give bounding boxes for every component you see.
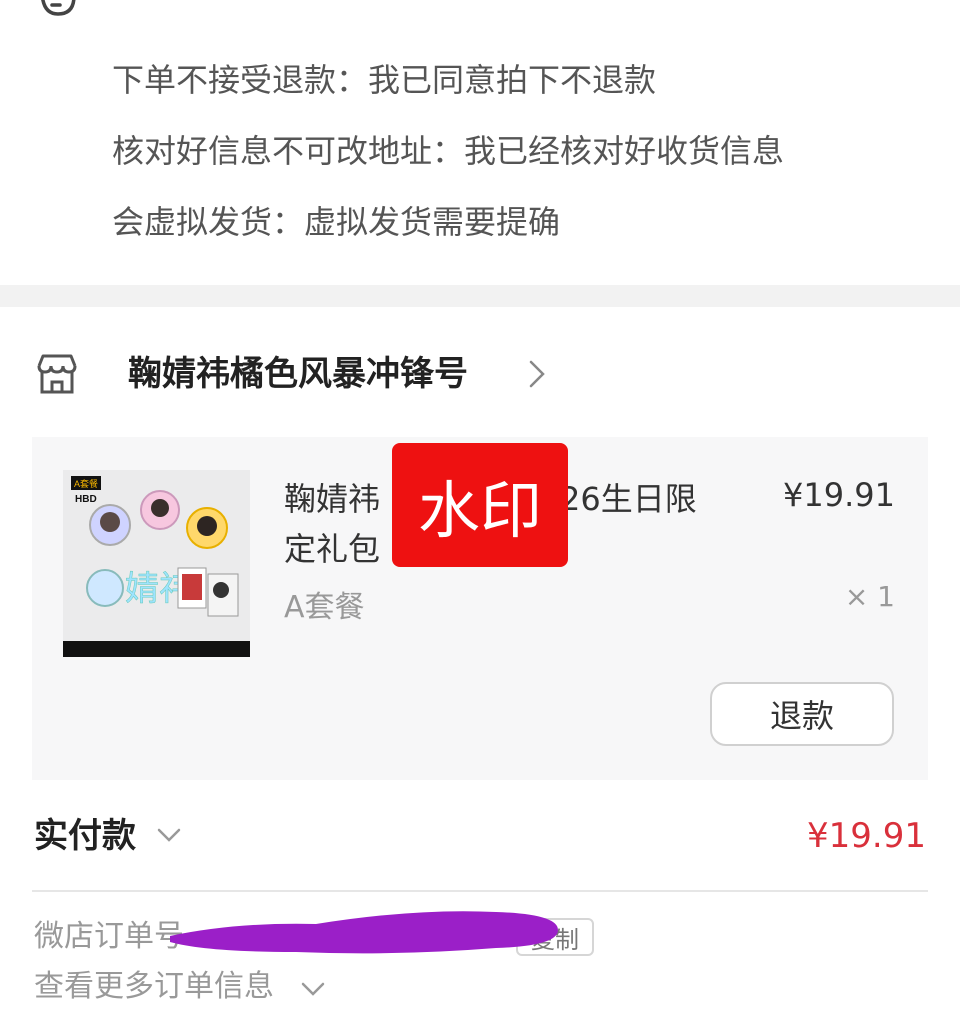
paid-amount: ¥19.91 — [807, 816, 926, 856]
section-separator — [0, 285, 960, 307]
product-thumbnail[interactable]: A套餐 HBD 婧祎 — [63, 470, 250, 657]
chevron-down-icon[interactable] — [156, 826, 182, 844]
refund-button[interactable]: 退款 — [710, 682, 894, 746]
order-note-1: 下单不接受退款：我已同意拍下不退款 — [112, 61, 657, 99]
more-order-info-link[interactable]: 查看更多订单信息 — [34, 966, 274, 1008]
paid-amount-label[interactable]: 实付款 — [34, 812, 136, 860]
product-price: ¥19.91 — [783, 476, 895, 514]
svg-text:HBD: HBD — [75, 494, 97, 505]
storefront-icon[interactable] — [34, 352, 80, 396]
order-number-label: 微店订单号 — [34, 919, 184, 954]
chevron-right-icon[interactable] — [528, 360, 546, 388]
svg-text:A套餐: A套餐 — [74, 478, 98, 489]
message-icon — [41, 0, 76, 16]
order-note-3: 会虚拟发货：虚拟发货需要提确 — [112, 203, 561, 241]
product-quantity: × 1 — [844, 580, 895, 613]
watermark-overlay: 水印 — [392, 443, 568, 567]
chevron-down-icon[interactable] — [300, 980, 326, 998]
product-variant: A套餐 — [284, 590, 365, 625]
product-image-icon: A套餐 HBD 婧祎 — [63, 470, 250, 657]
order-note-2: 核对好信息不可改地址：我已经核对好收货信息 — [112, 132, 785, 170]
divider — [32, 890, 928, 892]
store-name[interactable]: 鞠婧祎橘色风暴冲锋号 — [128, 352, 468, 396]
redaction-scribble — [170, 911, 558, 954]
